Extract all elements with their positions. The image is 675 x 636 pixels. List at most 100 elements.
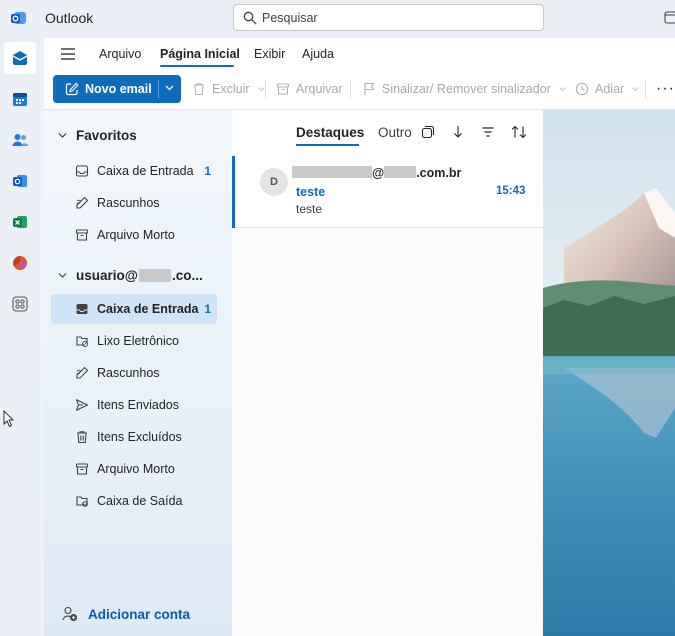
tab-other[interactable]: Outro xyxy=(378,125,412,140)
chevron-down-icon xyxy=(257,86,265,91)
tab-ajuda[interactable]: Ajuda xyxy=(302,47,334,61)
rail-office[interactable] xyxy=(4,247,36,279)
new-mail-button[interactable]: Novo email xyxy=(53,75,181,103)
toolbar-divider xyxy=(645,80,646,98)
rail-calendar[interactable] xyxy=(4,83,36,115)
flag-icon xyxy=(364,82,375,95)
rail-more-apps[interactable] xyxy=(4,288,36,320)
folder-label: Arquivo Morto xyxy=(97,462,175,476)
inbox-icon xyxy=(76,304,88,314)
app-title: Outlook xyxy=(45,10,94,26)
folder-inbox[interactable]: Caixa de Entrada 1 xyxy=(51,294,217,324)
compose-icon xyxy=(65,82,79,96)
fav-folder-archive[interactable]: Arquivo Morto xyxy=(51,220,217,250)
folder-archive[interactable]: Arquivo Morto xyxy=(51,454,217,484)
message-subject: teste xyxy=(296,185,326,199)
search-input[interactable] xyxy=(262,9,532,27)
people-icon xyxy=(12,134,28,146)
outlook-app-icon xyxy=(13,175,27,187)
mouse-cursor-icon xyxy=(3,410,15,428)
account-header[interactable]: usuario@ .co... xyxy=(58,268,203,283)
folder-drafts[interactable]: Rascunhos xyxy=(51,358,217,388)
folder-sent[interactable]: Itens Enviados xyxy=(51,390,217,420)
search-box[interactable] xyxy=(233,4,544,31)
toolbar-divider xyxy=(265,80,266,98)
unread-count: 1 xyxy=(204,302,211,316)
more-options-button[interactable]: ··· xyxy=(656,80,675,98)
filter-icon[interactable] xyxy=(481,125,495,139)
chevron-down-icon xyxy=(58,133,67,138)
tab-focused[interactable]: Destaques xyxy=(296,125,364,140)
jump-to-icon[interactable] xyxy=(451,125,465,139)
unread-count: 1 xyxy=(204,164,211,178)
rail-mail[interactable] xyxy=(4,42,36,74)
message-list-header: Destaques Outro xyxy=(232,110,543,156)
send-icon xyxy=(75,399,89,411)
folder-label: Itens Enviados xyxy=(97,398,179,412)
mail-icon xyxy=(12,51,28,65)
snooze-label: Adiar xyxy=(595,82,625,96)
fav-folder-inbox[interactable]: Caixa de Entrada 1 xyxy=(51,156,217,186)
add-account-button[interactable]: Adicionar conta xyxy=(62,606,190,622)
window-icon[interactable] xyxy=(664,11,675,24)
folder-deleted[interactable]: Itens Excluídos xyxy=(51,422,217,452)
chevron-down-icon xyxy=(632,86,640,91)
favorites-header[interactable]: Favoritos xyxy=(58,128,137,143)
sort-icon[interactable] xyxy=(511,125,527,139)
redacted-text xyxy=(138,269,171,282)
archive-icon xyxy=(75,463,89,475)
folder-label: Rascunhos xyxy=(97,196,160,210)
active-tab-indicator xyxy=(160,65,234,67)
tab-exibir[interactable]: Exibir xyxy=(254,47,285,61)
folder-label: Caixa de Entrada xyxy=(97,302,199,316)
unread-indicator xyxy=(232,156,235,228)
trash-icon xyxy=(194,83,204,96)
app-rail xyxy=(0,38,40,636)
active-tab-indicator xyxy=(296,144,359,146)
folder-outbox[interactable]: Caixa de Saída xyxy=(51,486,217,516)
folder-label: Caixa de Saída xyxy=(97,494,183,508)
select-icon[interactable] xyxy=(421,125,435,139)
trash-icon xyxy=(77,431,87,444)
draft-icon xyxy=(76,196,89,209)
archive-button[interactable]: Arquivar xyxy=(276,82,343,96)
rail-excel[interactable] xyxy=(4,206,36,238)
redacted-text xyxy=(292,166,372,178)
message-list: Destaques Outro D @ .com.br teste 15:43 … xyxy=(232,110,543,636)
search-icon xyxy=(243,11,257,25)
avatar: D xyxy=(260,168,288,196)
rail-people[interactable] xyxy=(4,124,36,156)
tab-arquivo[interactable]: Arquivo xyxy=(99,47,141,61)
add-person-icon xyxy=(62,606,77,621)
draft-icon xyxy=(76,366,89,379)
folder-junk[interactable]: Lixo Eletrônico xyxy=(51,326,217,356)
account-title: usuario@ xyxy=(76,268,138,283)
fav-folder-drafts[interactable]: Rascunhos xyxy=(51,188,217,218)
archive-label: Arquivar xyxy=(296,82,343,96)
message-preview: teste xyxy=(296,202,323,216)
excel-icon xyxy=(13,216,27,228)
title-bar: Outlook xyxy=(0,0,675,38)
new-mail-divider xyxy=(158,80,159,98)
sender-at: @ xyxy=(372,166,385,180)
delete-label: Excluir xyxy=(212,82,250,96)
archive-icon xyxy=(276,83,290,95)
rail-outlook[interactable] xyxy=(4,165,36,197)
toolbar-divider xyxy=(350,80,351,98)
snooze-button[interactable]: Adiar xyxy=(575,82,645,96)
folder-label: Rascunhos xyxy=(97,366,160,380)
chevron-down-icon[interactable] xyxy=(165,85,174,91)
tab-pagina-inicial[interactable]: Página Inicial xyxy=(160,47,240,61)
flag-button[interactable]: Sinalizar/ Remover sinalizador xyxy=(362,82,572,96)
apps-icon xyxy=(12,296,28,312)
folder-label: Itens Excluídos xyxy=(97,430,182,444)
folder-pane: Favoritos Caixa de Entrada 1 Rascunhos A… xyxy=(44,110,232,636)
redacted-text xyxy=(384,166,417,178)
chevron-down-icon xyxy=(558,86,566,91)
hamburger-menu-icon[interactable] xyxy=(60,48,76,60)
message-item[interactable]: D @ .com.br teste 15:43 teste xyxy=(232,156,543,228)
delete-button[interactable]: Excluir xyxy=(192,82,271,96)
sender-domain: .com.br xyxy=(416,166,462,180)
message-sender: @ .com.br xyxy=(292,166,461,180)
chevron-down-icon xyxy=(58,273,67,278)
